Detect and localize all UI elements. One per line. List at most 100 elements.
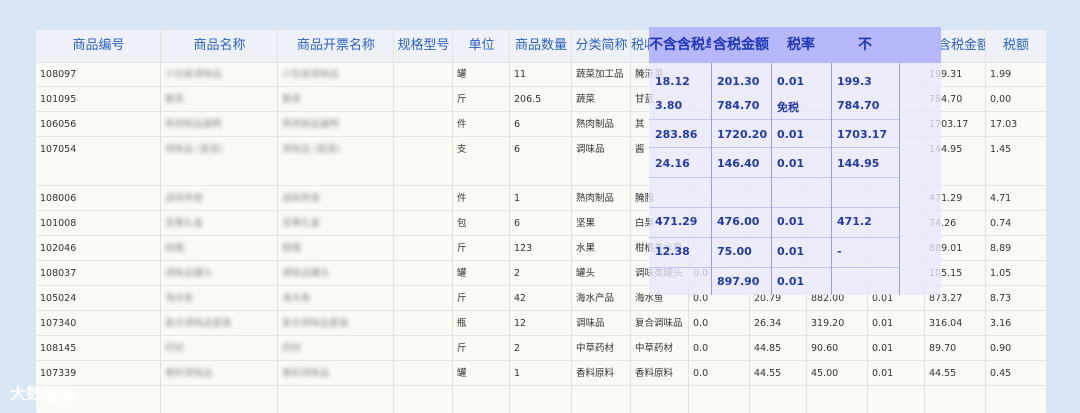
cell-spec [394, 87, 453, 111]
column-header[interactable]: 分类简称 [572, 30, 631, 62]
column-header[interactable]: 规格型号 [394, 30, 453, 62]
overlay-value: 12.38 [655, 245, 690, 258]
cell-tax_amt: 1.99 [990, 69, 1012, 80]
cell-spec [394, 261, 453, 285]
cell-cat: 海水产品 [576, 293, 615, 304]
cell-price_tax: 44.85 [754, 343, 782, 354]
cell-unit: 瓶 [457, 318, 467, 329]
cell-name: 海水鱼 [165, 293, 194, 304]
table-row[interactable]: 107340 复合调味品套装 复合调味品套装 瓶 12 调味品 复合调味品 0.0 26.34 3… [36, 311, 1046, 336]
overlay-value: 476.00 [717, 215, 760, 228]
cell-cat: 蔬菜 [576, 94, 596, 105]
cell-amount: 90.60 [811, 343, 839, 354]
overlay-value: 免税 [777, 101, 799, 114]
table-row[interactable]: 108145 药材 药材 斤 2 中草药材 中草药材 0.0 44.85 90.60 0.01 89.… [36, 336, 1046, 361]
cell-cat: 罐头 [576, 268, 596, 279]
overlay-row-divider [649, 267, 899, 268]
cell-tax_amt: 4.71 [990, 193, 1012, 204]
cell-spec [394, 186, 453, 210]
cell-cat: 蔬菜加工品 [576, 69, 624, 80]
cell-inv_name: 熟肉制品酱鸭 [282, 119, 340, 130]
cell-cat: 香料原料 [576, 368, 615, 379]
table-row[interactable]: 107339 香料调味品 香料调味品罐 1 香料原料 香料原料 0.0 44.55 45.00 0… [36, 361, 1046, 386]
cell-tax_amt: 17.03 [990, 119, 1018, 130]
cell-id: 105024 [40, 293, 77, 304]
cell-spec [394, 361, 453, 385]
cell-inv_name: 小包装调味品 [282, 69, 340, 80]
cell-unit: 罐 [457, 268, 467, 279]
cell-cat: 调味品 [576, 144, 605, 155]
overlay-header-cell: 不 [858, 37, 872, 53]
cell-name: 调味品 (套装) [165, 144, 223, 155]
column-divider [630, 30, 631, 413]
cell-id: 108145 [40, 343, 77, 354]
column-divider [160, 30, 161, 413]
overlay-value: 199.3 [837, 75, 872, 88]
column-divider [277, 30, 278, 413]
cell-cat: 坚果 [576, 218, 596, 229]
cell-price_tax: 44.55 [754, 368, 782, 379]
cell-qty: 12 [514, 318, 527, 329]
cell-qty: 2 [514, 343, 521, 354]
cell-tax_amt: 8.89 [990, 243, 1012, 254]
cell-name: 复合调味品套装 [165, 318, 232, 329]
column-divider [509, 30, 510, 413]
cell-id: 102046 [40, 243, 77, 254]
cell-tax: 香料原料 [635, 368, 674, 379]
cell-inv_name: 药材 [282, 343, 302, 354]
cell-name: 香料调味品 [165, 368, 213, 379]
overlay-row-divider [649, 207, 899, 208]
cell-spec [394, 311, 453, 335]
overlay-value: 0.01 [777, 215, 805, 228]
overlay-divider [899, 63, 900, 295]
overlay-value: 784.70 [837, 99, 880, 112]
cell-net: 316.04 [929, 318, 963, 329]
column-header[interactable]: 商品编号 [36, 30, 161, 62]
cell-qty: 1 [514, 368, 521, 379]
cell-id: 106056 [40, 119, 77, 130]
overlay-value: - [837, 245, 842, 258]
column-divider [571, 30, 572, 413]
cell-price_tax: 26.34 [754, 318, 782, 329]
column-header[interactable]: 商品名称 [161, 30, 278, 62]
overlay-value: 471.2 [837, 215, 872, 228]
overlay-value: 24.16 [655, 157, 690, 170]
cell-unit: 包 [457, 218, 467, 229]
column-header[interactable]: 税额 [986, 30, 1046, 62]
cell-tax_amt: 8.73 [990, 293, 1012, 304]
overlay-value: 0.01 [777, 128, 805, 141]
overlay-value: 471.29 [655, 215, 698, 228]
cell-tax_amt: 0.90 [990, 343, 1012, 354]
cell-inv_name: 调味品 (套装) [282, 144, 340, 155]
overlay-value: 897.90 [717, 275, 760, 288]
column-divider [393, 30, 394, 413]
cell-id: 107340 [40, 318, 77, 329]
column-divider [985, 30, 986, 413]
cell-id: 101095 [40, 94, 77, 105]
overlay-divider [771, 63, 772, 295]
cell-unit: 罐 [457, 368, 467, 379]
overlay-value: 283.86 [655, 128, 698, 141]
cell-cat: 中草药材 [576, 343, 615, 354]
cell-name: 卤味熟食 [165, 193, 204, 204]
overlay-header: 不含含税单价含税金额 税率 不 [649, 27, 941, 63]
cell-inv_name: 柑橘 [282, 243, 302, 254]
overlay-value: 0.01 [777, 75, 805, 88]
overlay-value: 144.95 [837, 157, 880, 170]
cell-qty: 1 [514, 193, 521, 204]
cell-rate: 0.01 [872, 343, 894, 354]
cell-name: 药材 [165, 343, 185, 354]
cell-id: 108006 [40, 193, 77, 204]
column-header[interactable]: 单位 [453, 30, 510, 62]
cell-inv_name: 卤味熟食 [282, 193, 321, 204]
overlay-row-divider [649, 119, 899, 120]
cell-amount: 45.00 [811, 368, 839, 379]
overlay-value: 75.00 [717, 245, 752, 258]
cell-tax_amt: 1.45 [990, 144, 1012, 155]
overlay-divider [711, 63, 712, 295]
column-header[interactable]: 商品数量 [510, 30, 572, 62]
cell-inv_name: 香料调味品 [282, 368, 330, 379]
overlay-value: 201.30 [717, 75, 760, 88]
cell-name: 熟肉制品酱鸭 [165, 119, 223, 130]
column-header[interactable]: 商品开票名称 [278, 30, 394, 62]
